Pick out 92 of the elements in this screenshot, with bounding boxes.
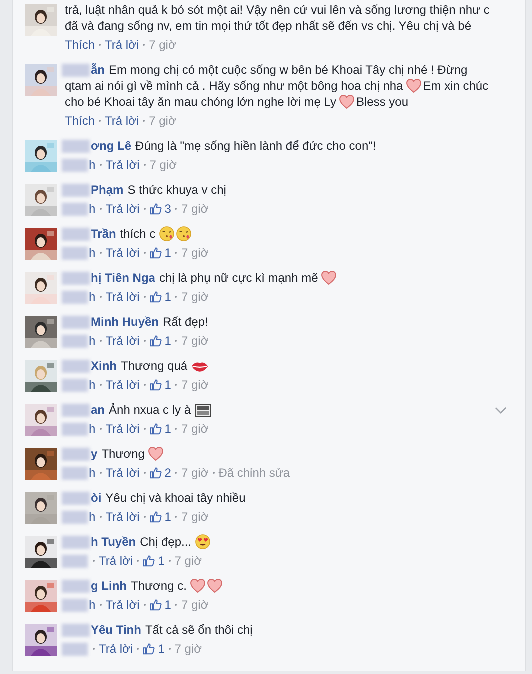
action-link[interactable]: Trả lời (106, 597, 140, 613)
action-link[interactable]: h (89, 377, 96, 393)
comment-text: Chị đẹp... (140, 534, 192, 550)
chevron-down-icon[interactable] (495, 407, 507, 414)
action-link[interactable]: h (89, 509, 96, 525)
comment-text: qtam ai nói gì về mình cả . Hãy sống như một bông hoa chị nha (65, 78, 404, 94)
thumbs-up-icon (150, 511, 162, 523)
comment-text: Thương quá (121, 358, 188, 374)
action-link[interactable]: h (89, 289, 96, 305)
commenter-name[interactable]: ơng Lê (91, 138, 132, 154)
comment-text: Bless you (356, 94, 408, 110)
action-link[interactable]: Trả lời (106, 465, 140, 481)
like-count[interactable]: 1 (150, 333, 172, 349)
comment-text: Thương c. (131, 578, 187, 594)
like-count[interactable]: 1 (143, 553, 165, 569)
kiss-face-icon (158, 226, 175, 242)
kiss-face-icon (176, 226, 192, 242)
action-link[interactable]: Trả lời (106, 421, 140, 437)
thumbs-up-icon (150, 203, 162, 215)
action-link[interactable]: Trả lời (106, 509, 140, 525)
action-link[interactable]: h (89, 245, 96, 261)
heart-icon (206, 578, 223, 594)
thumbs-up-icon (143, 555, 156, 567)
action-link[interactable]: Trả lời (106, 377, 140, 393)
action-link[interactable]: Thích (65, 113, 96, 129)
heart-icon (339, 94, 356, 110)
thumbs-up-icon (150, 379, 162, 391)
thumbs-up-icon (150, 335, 162, 347)
like-count[interactable]: 1 (150, 289, 172, 305)
heart-icon (321, 270, 338, 286)
commenter-name[interactable]: Minh Huyền (91, 314, 159, 330)
action-link[interactable]: Trả lời (105, 113, 140, 129)
action-link[interactable]: Trả lời (106, 157, 140, 173)
thumbs-up-icon (150, 423, 162, 435)
action-link[interactable]: h (89, 597, 96, 613)
comment-text: trả, luật nhân quả k bỏ sót một ai! Vậy nên cứ vui lên và sống lương thiện như c (65, 2, 490, 18)
commenter-name[interactable]: òi (91, 490, 102, 506)
action-link[interactable]: Thích (65, 37, 96, 53)
comment-text: cho bé Khoai tây ăn mau chóng lớn nghe lời mẹ Ly (65, 94, 336, 110)
comment-text: Yêu chị và khoai tây nhiều (106, 490, 246, 506)
like-count[interactable]: 3 (150, 201, 172, 217)
action-link[interactable]: h (89, 421, 96, 437)
like-count[interactable]: 1 (150, 597, 172, 613)
action-link[interactable]: Trả lời (105, 37, 140, 53)
comment-text: chị là phụ nữ cực kì mạnh mẽ (159, 270, 318, 286)
heart-icon (406, 78, 422, 94)
like-count[interactable]: 1 (150, 245, 172, 261)
badge-icon (194, 404, 212, 416)
action-link[interactable]: Trả lời (106, 289, 140, 305)
commenter-name[interactable]: Trần (91, 226, 116, 242)
thumbs-up-icon (150, 467, 162, 479)
heart-eyes-icon (194, 534, 210, 550)
action-link[interactable]: Trả lời (106, 245, 140, 261)
commenter-name[interactable]: an (91, 402, 106, 418)
like-count[interactable]: 1 (143, 641, 165, 657)
thumbs-up-icon (150, 599, 162, 611)
action-link[interactable]: Trả lời (99, 553, 134, 569)
comment-text: Em xin chúc (423, 78, 489, 94)
thumbs-up-icon (150, 247, 162, 259)
heart-icon (190, 578, 206, 594)
action-link[interactable]: h (89, 465, 96, 481)
like-count[interactable]: 1 (150, 421, 172, 437)
commenter-name[interactable]: Phạm (91, 182, 124, 198)
comment-text: Em mong chị có một cuộc sống w bên bé Khoai Tây chị nhé ! Đừng (109, 62, 468, 78)
action-link[interactable]: Trả lời (99, 641, 134, 657)
action-link[interactable]: Trả lời (106, 201, 140, 217)
commenter-name[interactable]: ẫn (91, 62, 106, 78)
comment-text: S thức khuya v chị (128, 182, 226, 198)
like-count[interactable]: 1 (150, 509, 172, 525)
comment-text: Ảnh nxua c ly à (109, 402, 192, 418)
comment-text: Thương (102, 446, 145, 462)
action-link[interactable]: h (89, 333, 96, 349)
commenter-name[interactable]: Yêu Tinh (91, 622, 142, 638)
commenter-name[interactable]: hị Tiên Nga (91, 270, 156, 286)
thumbs-up-icon (150, 291, 162, 303)
comment-text: Rất đẹp! (163, 314, 208, 330)
commenter-name[interactable]: Xinh (91, 358, 117, 374)
action-link[interactable]: h (89, 201, 96, 217)
commenter-name[interactable]: y (91, 446, 98, 462)
comment-text: Tất cả sẽ ổn thôi chị (145, 622, 253, 638)
commenter-name[interactable]: g Linh (91, 578, 127, 594)
thumbs-up-icon (143, 643, 156, 655)
heart-icon (148, 446, 164, 462)
action-link[interactable]: Trả lời (106, 333, 140, 349)
commenter-name[interactable]: h Tuyền (91, 534, 136, 550)
comment-text: đã và đang sống nv, em tin mọi thứ tốt đẹp nhất sẽ đến vs chị. Yêu chị và bé (65, 18, 472, 34)
like-count[interactable]: 1 (150, 377, 172, 393)
lips-icon (190, 360, 209, 372)
action-link[interactable]: h (89, 157, 96, 173)
comment-text: Đúng là "mẹ sống hiền lành để đức cho con"! (136, 138, 376, 154)
like-count[interactable]: 2 (150, 465, 172, 481)
comment-text: thích c (120, 226, 156, 242)
